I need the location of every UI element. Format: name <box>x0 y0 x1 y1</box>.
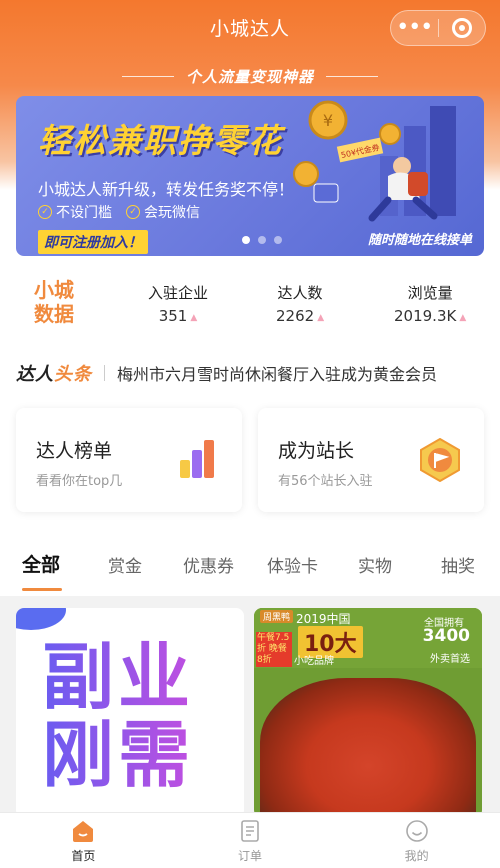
banner-title: 轻松兼职挣零花 <box>38 121 283 160</box>
profile-icon <box>405 820 428 842</box>
headline-text: 梅州市六月雪时尚休闲餐厅入驻成为黄金会员 <box>117 365 438 384</box>
check-icon: ✓ <box>126 205 140 219</box>
nav-label: 订单 <box>238 849 263 863</box>
check-icon: ✓ <box>38 205 52 219</box>
headline-logo-b: 头条 <box>54 364 92 385</box>
flag-badge-icon <box>420 438 460 482</box>
stat-label: 达人数 <box>277 284 323 302</box>
carousel-dot[interactable] <box>242 236 250 244</box>
nav-home[interactable]: 首页 <box>0 813 167 868</box>
headline-ticker[interactable]: 达人头条 梅州市六月雪时尚休闲餐厅入驻成为黄金会员 <box>16 360 486 386</box>
divider <box>121 76 174 77</box>
banner-cta: 即可注册加入！ <box>38 230 148 254</box>
ad-year: 2019中国 <box>296 612 351 626</box>
headline-logo: 达人头条 <box>16 360 92 386</box>
close-miniprogram-button[interactable] <box>438 18 485 38</box>
banner-subtitle: 小城达人新升级，转发任务奖不停！ <box>38 180 295 199</box>
home-icon <box>73 821 94 842</box>
ad-footer: 外卖首选 <box>430 654 470 665</box>
trend-up-icon: ▲ <box>190 313 198 323</box>
feature-label: 不设门槛 <box>56 205 112 221</box>
stat-companies: 入驻企业 351 ▲ <box>148 282 208 325</box>
stat-label: 入驻企业 <box>148 284 209 302</box>
carousel-dots <box>242 236 282 244</box>
brand-badge: 周黑鸭 <box>260 610 294 623</box>
card-title: 达人榜单 <box>36 440 113 462</box>
feed-card-title: 副业 <box>42 635 195 719</box>
trend-up-icon: ▲ <box>459 313 467 323</box>
stats-brand: 小城 数据 <box>34 278 74 326</box>
stats-brand-line: 数据 <box>34 302 74 326</box>
stat-talents: 达人数 2262 ▲ <box>276 282 324 325</box>
tab-lottery[interactable]: 抽奖 <box>441 552 475 577</box>
feature-item: ✓ 会玩微信 <box>126 202 200 222</box>
tab-all[interactable]: 全部 <box>22 550 60 577</box>
decor-shape <box>16 608 66 630</box>
miniprogram-capsule: ••• <box>390 10 486 46</box>
nav-label: 我的 <box>404 849 429 863</box>
trend-up-icon: ▲ <box>317 313 325 323</box>
stat-label: 浏览量 <box>407 284 453 302</box>
stat-views: 浏览量 2019.3K ▲ <box>394 282 466 325</box>
become-stationmaster-card[interactable]: 成为站长 有56个站长入驻 <box>258 408 484 512</box>
divider <box>104 365 105 381</box>
nav-orders[interactable]: 订单 <box>167 813 334 868</box>
nav-label: 首页 <box>71 849 96 863</box>
more-icon[interactable]: ••• <box>391 17 438 39</box>
order-icon <box>241 820 259 842</box>
active-tab-indicator <box>22 588 62 591</box>
feature-label: 会玩微信 <box>144 205 200 221</box>
card-subtitle: 看看你在top几 <box>36 474 123 489</box>
tab-coupon[interactable]: 优惠券 <box>183 552 234 577</box>
ad-store-count: 3400 <box>422 626 470 646</box>
carousel-dot[interactable] <box>258 236 266 244</box>
stat-value: 2262 <box>276 307 315 325</box>
banner-tagline: 随时随地在线接单 <box>367 233 472 248</box>
stat-value: 351 <box>158 307 188 325</box>
svg-text:¥: ¥ <box>323 111 333 130</box>
promo-banner[interactable]: 轻松兼职挣零花 ¥ 50¥代金券 小城达人新升级，转发任务奖不停！ ✓ 不设门槛 <box>16 96 484 256</box>
food-image <box>260 678 476 818</box>
stats-section: 小城 数据 入驻企业 351 ▲ 达人数 2262 ▲ 浏览量 2019.3K ▲ <box>0 272 500 332</box>
feature-item: ✓ 不设门槛 <box>38 202 112 222</box>
banner-features: ✓ 不设门槛 ✓ 会玩微信 <box>38 202 200 222</box>
stats-brand-line: 小城 <box>34 278 74 302</box>
talent-ranking-card[interactable]: 达人榜单 看看你在top几 <box>16 408 242 512</box>
tab-bounty[interactable]: 赏金 <box>108 552 142 577</box>
headline-logo-a: 达人 <box>16 364 54 385</box>
stat-value: 2019.3K <box>394 307 457 325</box>
feed-card[interactable]: 周黑鸭 午餐7.5折 晚餐8折 2019中国 10大 小吃品牌 全国拥有 340… <box>254 608 482 818</box>
carousel-dot[interactable] <box>274 236 282 244</box>
ad-cert: 小吃品牌 <box>294 656 334 667</box>
feed-card[interactable]: 副业 刚需 <box>16 608 244 818</box>
slogan: 个人流量变现神器 <box>185 68 314 86</box>
card-subtitle: 有56个站长入驻 <box>278 474 373 489</box>
card-title: 成为站长 <box>278 440 355 462</box>
bottom-nav: 首页 订单 我的 <box>0 812 500 868</box>
page: 小城达人 ••• 个人流量变现神器 轻松兼职挣零花 ¥ 50¥代金券 小城达人新… <box>0 0 500 868</box>
tab-goods[interactable]: 实物 <box>358 552 392 577</box>
discount-tag: 午餐7.5折 晚餐8折 <box>256 632 292 667</box>
slogan-row: 个人流量变现神器 <box>0 66 500 87</box>
tab-trial-card[interactable]: 体验卡 <box>267 552 318 577</box>
target-icon <box>451 18 472 38</box>
nav-profile[interactable]: 我的 <box>333 813 500 868</box>
category-tabs: 全部 赏金 优惠券 体验卡 实物 抽奖 <box>0 548 500 592</box>
promo-illustration: ¥ 50¥代金券 <box>293 100 456 222</box>
feed-card-title: 刚需 <box>42 713 195 797</box>
bar-chart-icon <box>180 440 214 478</box>
divider <box>326 76 378 77</box>
